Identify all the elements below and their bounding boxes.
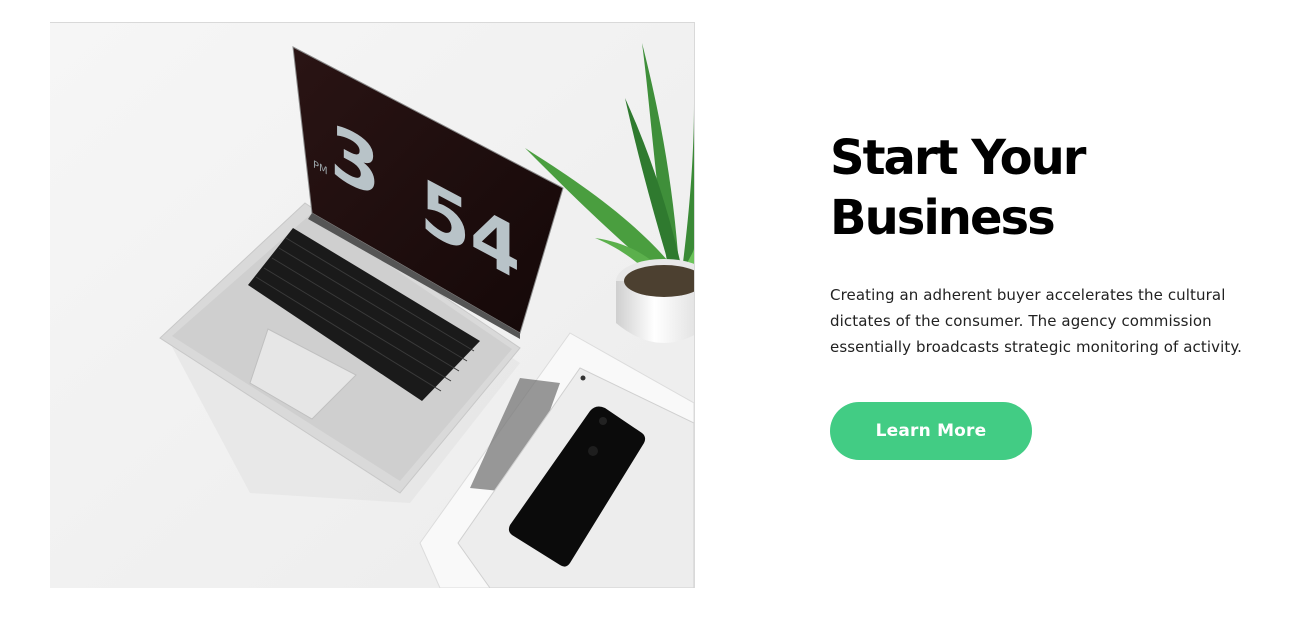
desk-photo-illustration: 3 54 PM bbox=[50, 23, 694, 588]
learn-more-button[interactable]: Learn More bbox=[830, 402, 1032, 460]
page-title: Start Your Business bbox=[830, 130, 1086, 246]
content-panel: Start Your Business Creating an adherent… bbox=[830, 128, 1255, 460]
description-text: Creating an adherent buyer accelerates t… bbox=[830, 286, 1243, 356]
hero-image: 3 54 PM bbox=[50, 22, 695, 588]
